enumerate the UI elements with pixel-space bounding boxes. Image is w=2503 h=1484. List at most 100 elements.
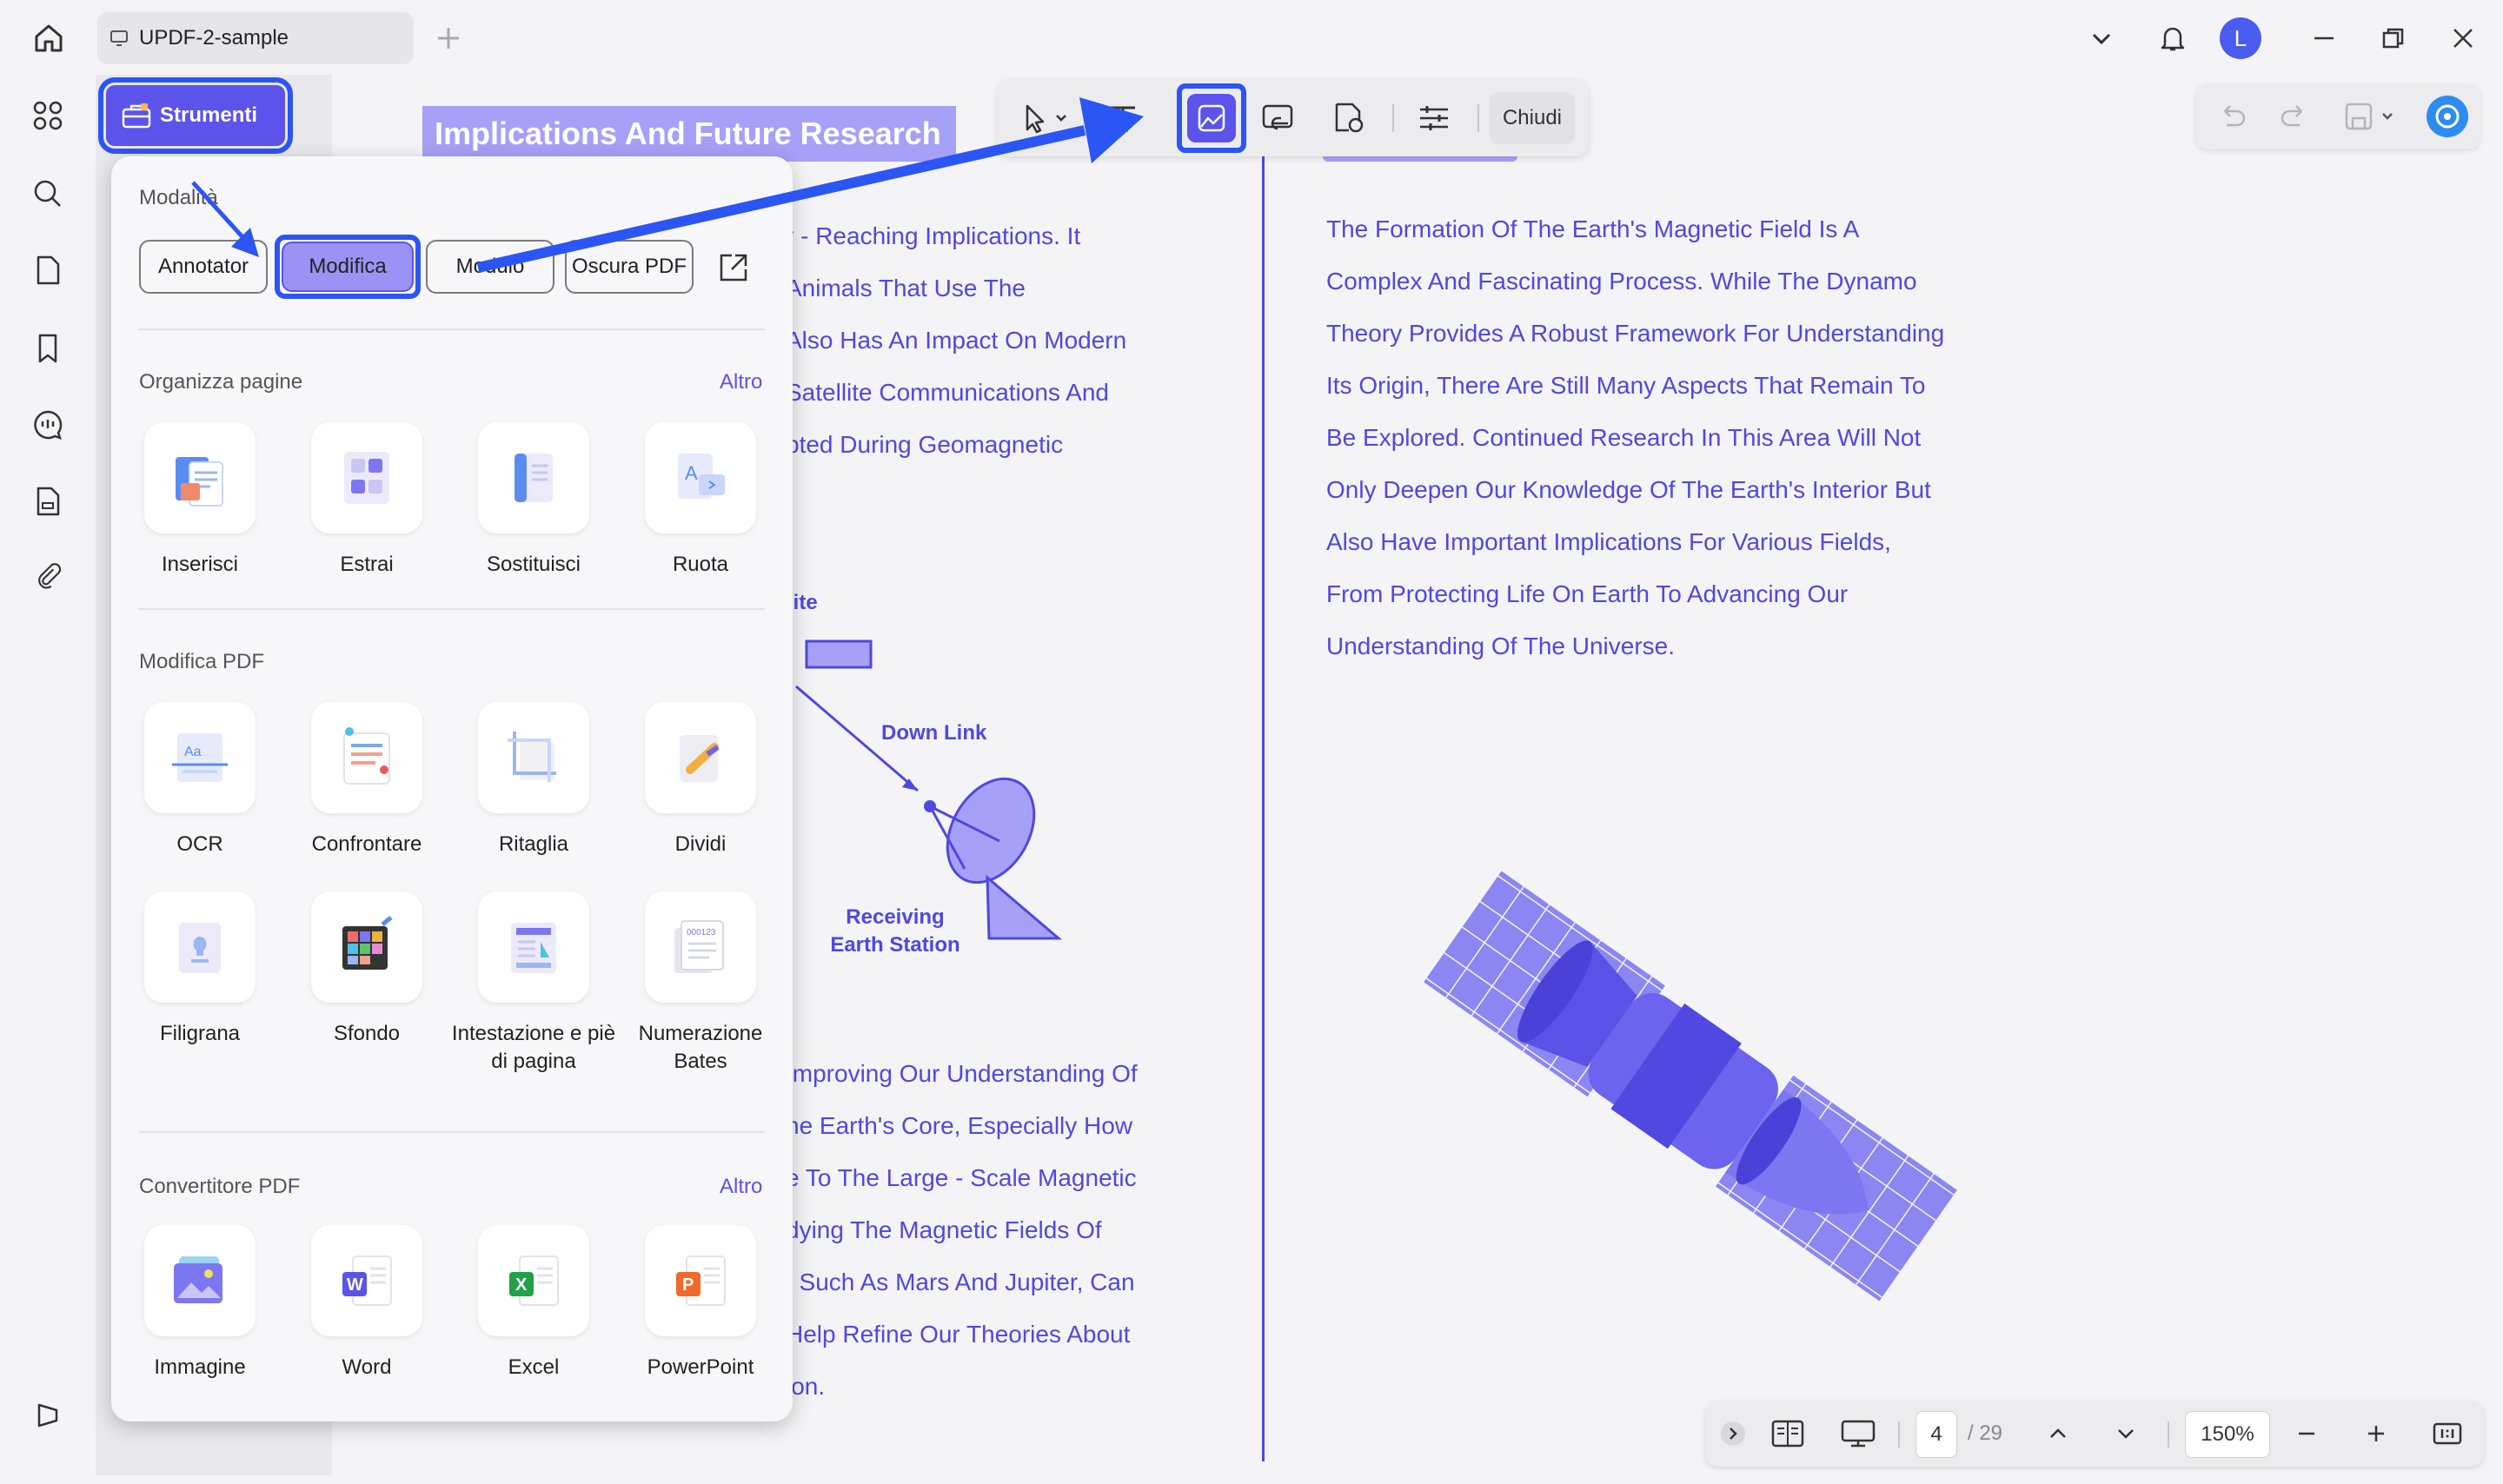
- attachment-icon[interactable]: [26, 556, 70, 600]
- bar-separator: [2168, 1421, 2169, 1448]
- tool-header-footer[interactable]: Intestazione e piè di pagina: [450, 891, 617, 1076]
- text-line: Theory Provides A Robust Framework For U…: [1326, 320, 1945, 347]
- tool-convert-excel[interactable]: X Excel: [450, 1225, 617, 1381]
- svg-text:X: X: [515, 1275, 528, 1295]
- home-icon[interactable]: [28, 17, 70, 59]
- mode-edit-button[interactable]: Modifica: [282, 242, 414, 292]
- next-page-icon[interactable]: [2107, 1411, 2145, 1456]
- mode-redact-button[interactable]: Oscura PDF: [565, 240, 694, 294]
- expand-chevron-icon[interactable]: [1716, 1411, 1750, 1456]
- grid-icon[interactable]: [26, 94, 70, 137]
- tool-extract[interactable]: Estrai: [283, 422, 450, 579]
- mode-annotator-button[interactable]: Annotator: [139, 240, 268, 294]
- tool-watermark[interactable]: Filigrana: [116, 891, 283, 1048]
- image-convert-icon: [144, 1225, 256, 1336]
- text-line: Satellite Communications And: [786, 379, 1109, 406]
- page-navigation-bar: 4 / 29 150%: [1705, 1401, 2484, 1467]
- right-column-text: The Formation Of The Earth's Magnetic Fi…: [1326, 203, 1944, 672]
- mode-form-button[interactable]: Modulo: [426, 240, 554, 294]
- settings-sliders-icon[interactable]: [1408, 92, 1460, 144]
- tool-label: Immagine: [154, 1355, 246, 1379]
- bell-icon[interactable]: [2152, 17, 2194, 59]
- converter-title: Convertitore PDF: [139, 1175, 301, 1198]
- svg-text:Aa: Aa: [184, 745, 202, 759]
- word-icon: W: [311, 1225, 422, 1336]
- tool-convert-image[interactable]: Immagine: [116, 1225, 283, 1381]
- toolbar-separator: [1477, 104, 1479, 132]
- tool-label: Ritaglia: [498, 832, 569, 856]
- restore-icon[interactable]: [2373, 17, 2414, 59]
- avatar[interactable]: L: [2220, 17, 2261, 59]
- redo-icon[interactable]: [2277, 99, 2312, 134]
- tool-compare[interactable]: Confrontare: [283, 702, 450, 858]
- bookmark-icon[interactable]: [26, 327, 70, 370]
- link-tool-button[interactable]: [1253, 92, 1305, 144]
- tool-label: Numerazione Bates: [638, 1022, 763, 1073]
- powerpoint-icon: P: [645, 1225, 756, 1336]
- search-icon[interactable]: [26, 172, 70, 215]
- column-divider: [1262, 148, 1265, 1461]
- organize-more-link[interactable]: Altro: [720, 370, 762, 394]
- undo-icon[interactable]: [2214, 99, 2249, 134]
- toolbox-icon: [122, 103, 151, 129]
- tool-convert-powerpoint[interactable]: P PowerPoint: [617, 1225, 784, 1381]
- zoom-level-input[interactable]: 150%: [2185, 1411, 2270, 1458]
- layers-icon[interactable]: [26, 1394, 70, 1437]
- tool-ocr[interactable]: Aa OCR: [116, 702, 283, 858]
- select-tool-button[interactable]: [1010, 92, 1083, 144]
- tool-label: Word: [342, 1355, 392, 1379]
- minimize-icon[interactable]: [2303, 17, 2345, 59]
- ai-assistant-icon[interactable]: [2427, 96, 2468, 137]
- zoom-in-icon[interactable]: [2357, 1411, 2395, 1456]
- page-number-input[interactable]: 4: [1915, 1411, 1957, 1458]
- actual-size-icon[interactable]: [2428, 1411, 2466, 1456]
- left-column-text-bottom: Improving Our Understanding Of he Earth'…: [786, 1048, 1138, 1413]
- tool-insert[interactable]: Inserisci: [116, 422, 283, 579]
- section-divider: [139, 608, 765, 610]
- chevron-down-icon[interactable]: [2081, 17, 2122, 59]
- tool-label: Confrontare: [311, 832, 422, 856]
- replace-icon: [478, 422, 589, 533]
- document-tab[interactable]: UPDF-2-sample: [97, 12, 414, 64]
- satellite-illustration: [1424, 871, 1957, 1302]
- new-tab-icon[interactable]: [433, 23, 464, 54]
- tool-crop[interactable]: Ritaglia: [450, 702, 617, 858]
- close-edit-button[interactable]: Chiudi: [1490, 92, 1575, 144]
- converter-more-link[interactable]: Altro: [720, 1175, 762, 1199]
- text-line: pted During Geomagnetic: [786, 431, 1064, 458]
- tool-label: Filigrana: [159, 1022, 241, 1045]
- presentation-icon[interactable]: [1834, 1411, 1882, 1456]
- tool-rotate[interactable]: A Ruota: [617, 422, 784, 579]
- crop-icon: [478, 702, 589, 813]
- text-tool-button[interactable]: [1097, 92, 1149, 144]
- text-line: dying The Magnetic Fields Of: [786, 1216, 1102, 1243]
- section-divider: [139, 1131, 765, 1133]
- save-icon[interactable]: [2343, 99, 2400, 134]
- page-icon[interactable]: [26, 248, 70, 292]
- previous-page-icon[interactable]: [2039, 1411, 2077, 1456]
- reading-mode-icon[interactable]: [1766, 1411, 1809, 1456]
- header-footer-icon: [478, 891, 589, 1003]
- close-icon[interactable]: [2442, 17, 2484, 59]
- tool-replace[interactable]: Sostituisci: [450, 422, 617, 579]
- zoom-out-icon[interactable]: [2287, 1411, 2326, 1456]
- tool-bates-numbering[interactable]: 000123 Numerazione Bates: [617, 891, 784, 1076]
- tool-background[interactable]: Sfondo: [283, 891, 450, 1048]
- modes-title: Modalità: [139, 186, 218, 209]
- watermark-tool-button[interactable]: [1323, 92, 1375, 144]
- external-link-icon[interactable]: [716, 250, 751, 285]
- image-tool-button[interactable]: [1177, 83, 1246, 153]
- ocr-icon: Aa: [144, 702, 256, 813]
- text-line: The Formation Of The Earth's Magnetic Fi…: [1326, 215, 1860, 242]
- text-line: e To The Large - Scale Magnetic: [786, 1164, 1137, 1191]
- tool-label: Estrai: [340, 553, 394, 576]
- text-line: From Protecting Life On Earth To Advanci…: [1326, 580, 1849, 607]
- comment-icon[interactable]: [26, 403, 70, 447]
- text-line: Understanding Of The Universe.: [1326, 633, 1676, 659]
- tool-label: OCR: [176, 832, 223, 856]
- tool-split[interactable]: Dividi: [617, 702, 784, 858]
- tool-convert-word[interactable]: W Word: [283, 1225, 450, 1381]
- text-line: r - Reaching Implications. It: [786, 222, 1081, 249]
- tools-button[interactable]: Strumenti: [98, 77, 293, 154]
- form-icon[interactable]: [26, 480, 70, 523]
